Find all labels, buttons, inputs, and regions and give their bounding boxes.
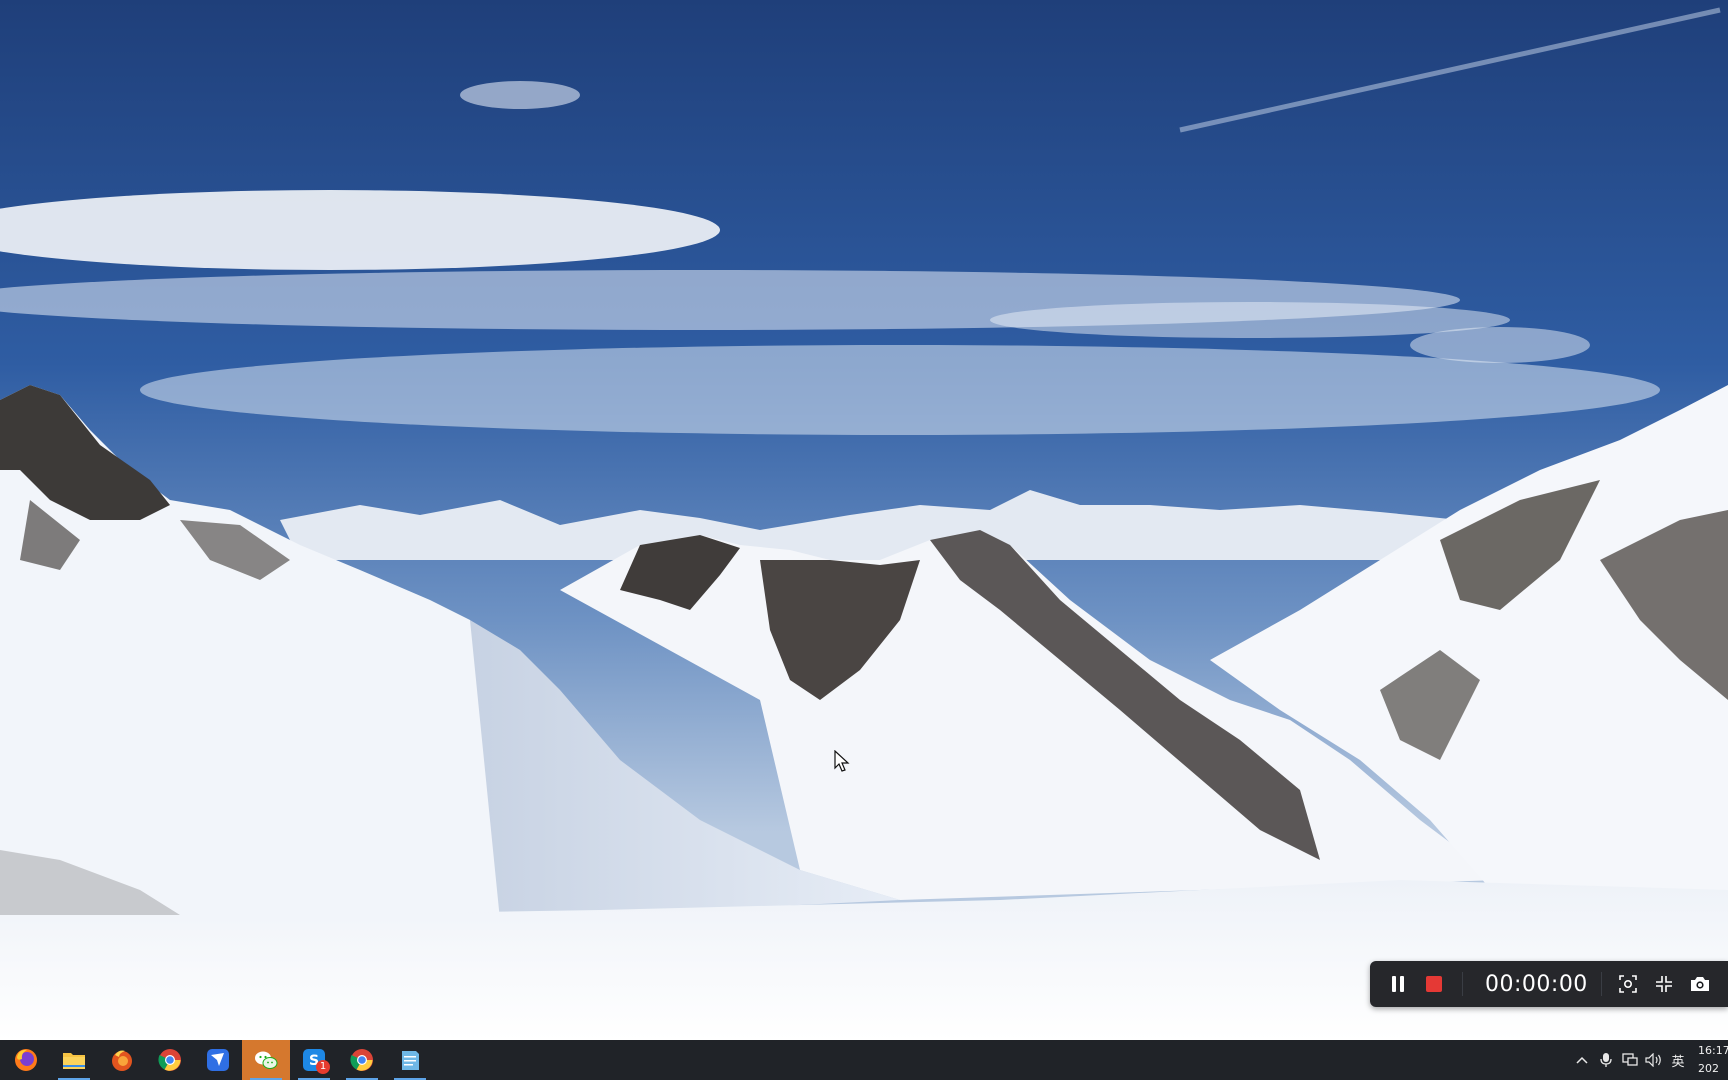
taskbar-app-sogou[interactable]: S 1 xyxy=(290,1040,338,1080)
toolbar-divider xyxy=(1601,972,1602,996)
pause-icon xyxy=(1392,976,1404,992)
stop-icon xyxy=(1426,976,1442,992)
firefox-alt-icon xyxy=(112,1050,132,1071)
microphone-icon xyxy=(1600,1053,1612,1067)
clock-date: 202 xyxy=(1698,1062,1719,1075)
taskbar-app-feishu[interactable] xyxy=(194,1040,242,1080)
camera-button[interactable] xyxy=(1682,966,1718,1002)
desktop: 00:00:00 xyxy=(0,0,1728,1040)
notification-badge: 1 xyxy=(316,1060,330,1074)
chevron-up-icon xyxy=(1576,1056,1588,1064)
screenshot-region-button[interactable] xyxy=(1610,966,1646,1002)
shrink-button[interactable] xyxy=(1646,966,1682,1002)
screen-recorder-toolbar: 00:00:00 xyxy=(1370,961,1728,1007)
taskbar-clock[interactable]: 16:17 202 xyxy=(1698,1040,1728,1080)
clock-time: 16:17 xyxy=(1698,1044,1728,1057)
recording-timer: 00:00:00 xyxy=(1485,971,1588,997)
system-tray: 英 16:17 202 xyxy=(1570,1040,1728,1080)
input-method-indicator[interactable]: 英 xyxy=(1666,1051,1690,1070)
camera-icon xyxy=(1691,977,1709,991)
show-hidden-icons-button[interactable] xyxy=(1570,1040,1594,1080)
mouse-cursor-icon xyxy=(834,750,850,772)
speaker-icon xyxy=(1645,1053,1661,1067)
wechat-icon xyxy=(255,1051,278,1069)
taskbar: S 1 英 16:17 202 xyxy=(0,1040,1728,1080)
taskbar-app-firefox-nightly[interactable] xyxy=(98,1040,146,1080)
folder-icon xyxy=(63,1053,85,1069)
pause-button[interactable] xyxy=(1380,966,1416,1002)
network-icon xyxy=(1622,1053,1638,1066)
stop-button[interactable] xyxy=(1416,966,1452,1002)
taskbar-app-chrome[interactable] xyxy=(146,1040,194,1080)
taskbar-app-firefox[interactable] xyxy=(2,1040,50,1080)
firefox-icon xyxy=(15,1049,37,1071)
taskbar-app-wechat[interactable] xyxy=(242,1040,290,1080)
screenshot-region-icon xyxy=(1619,975,1637,993)
volume-button[interactable] xyxy=(1642,1040,1666,1080)
wallpaper-image xyxy=(0,0,1728,1040)
toolbar-divider xyxy=(1462,972,1463,996)
taskbar-app-file-explorer[interactable] xyxy=(50,1040,98,1080)
shrink-icon xyxy=(1656,976,1672,992)
notepad-icon xyxy=(402,1051,419,1070)
microphone-button[interactable] xyxy=(1594,1040,1618,1080)
chrome-icon xyxy=(158,1049,181,1071)
taskbar-app-chrome-2[interactable] xyxy=(338,1040,386,1080)
network-button[interactable] xyxy=(1618,1040,1642,1080)
feishu-icon xyxy=(207,1049,229,1071)
taskbar-app-notepad[interactable] xyxy=(386,1040,434,1080)
chrome-icon xyxy=(350,1049,373,1071)
